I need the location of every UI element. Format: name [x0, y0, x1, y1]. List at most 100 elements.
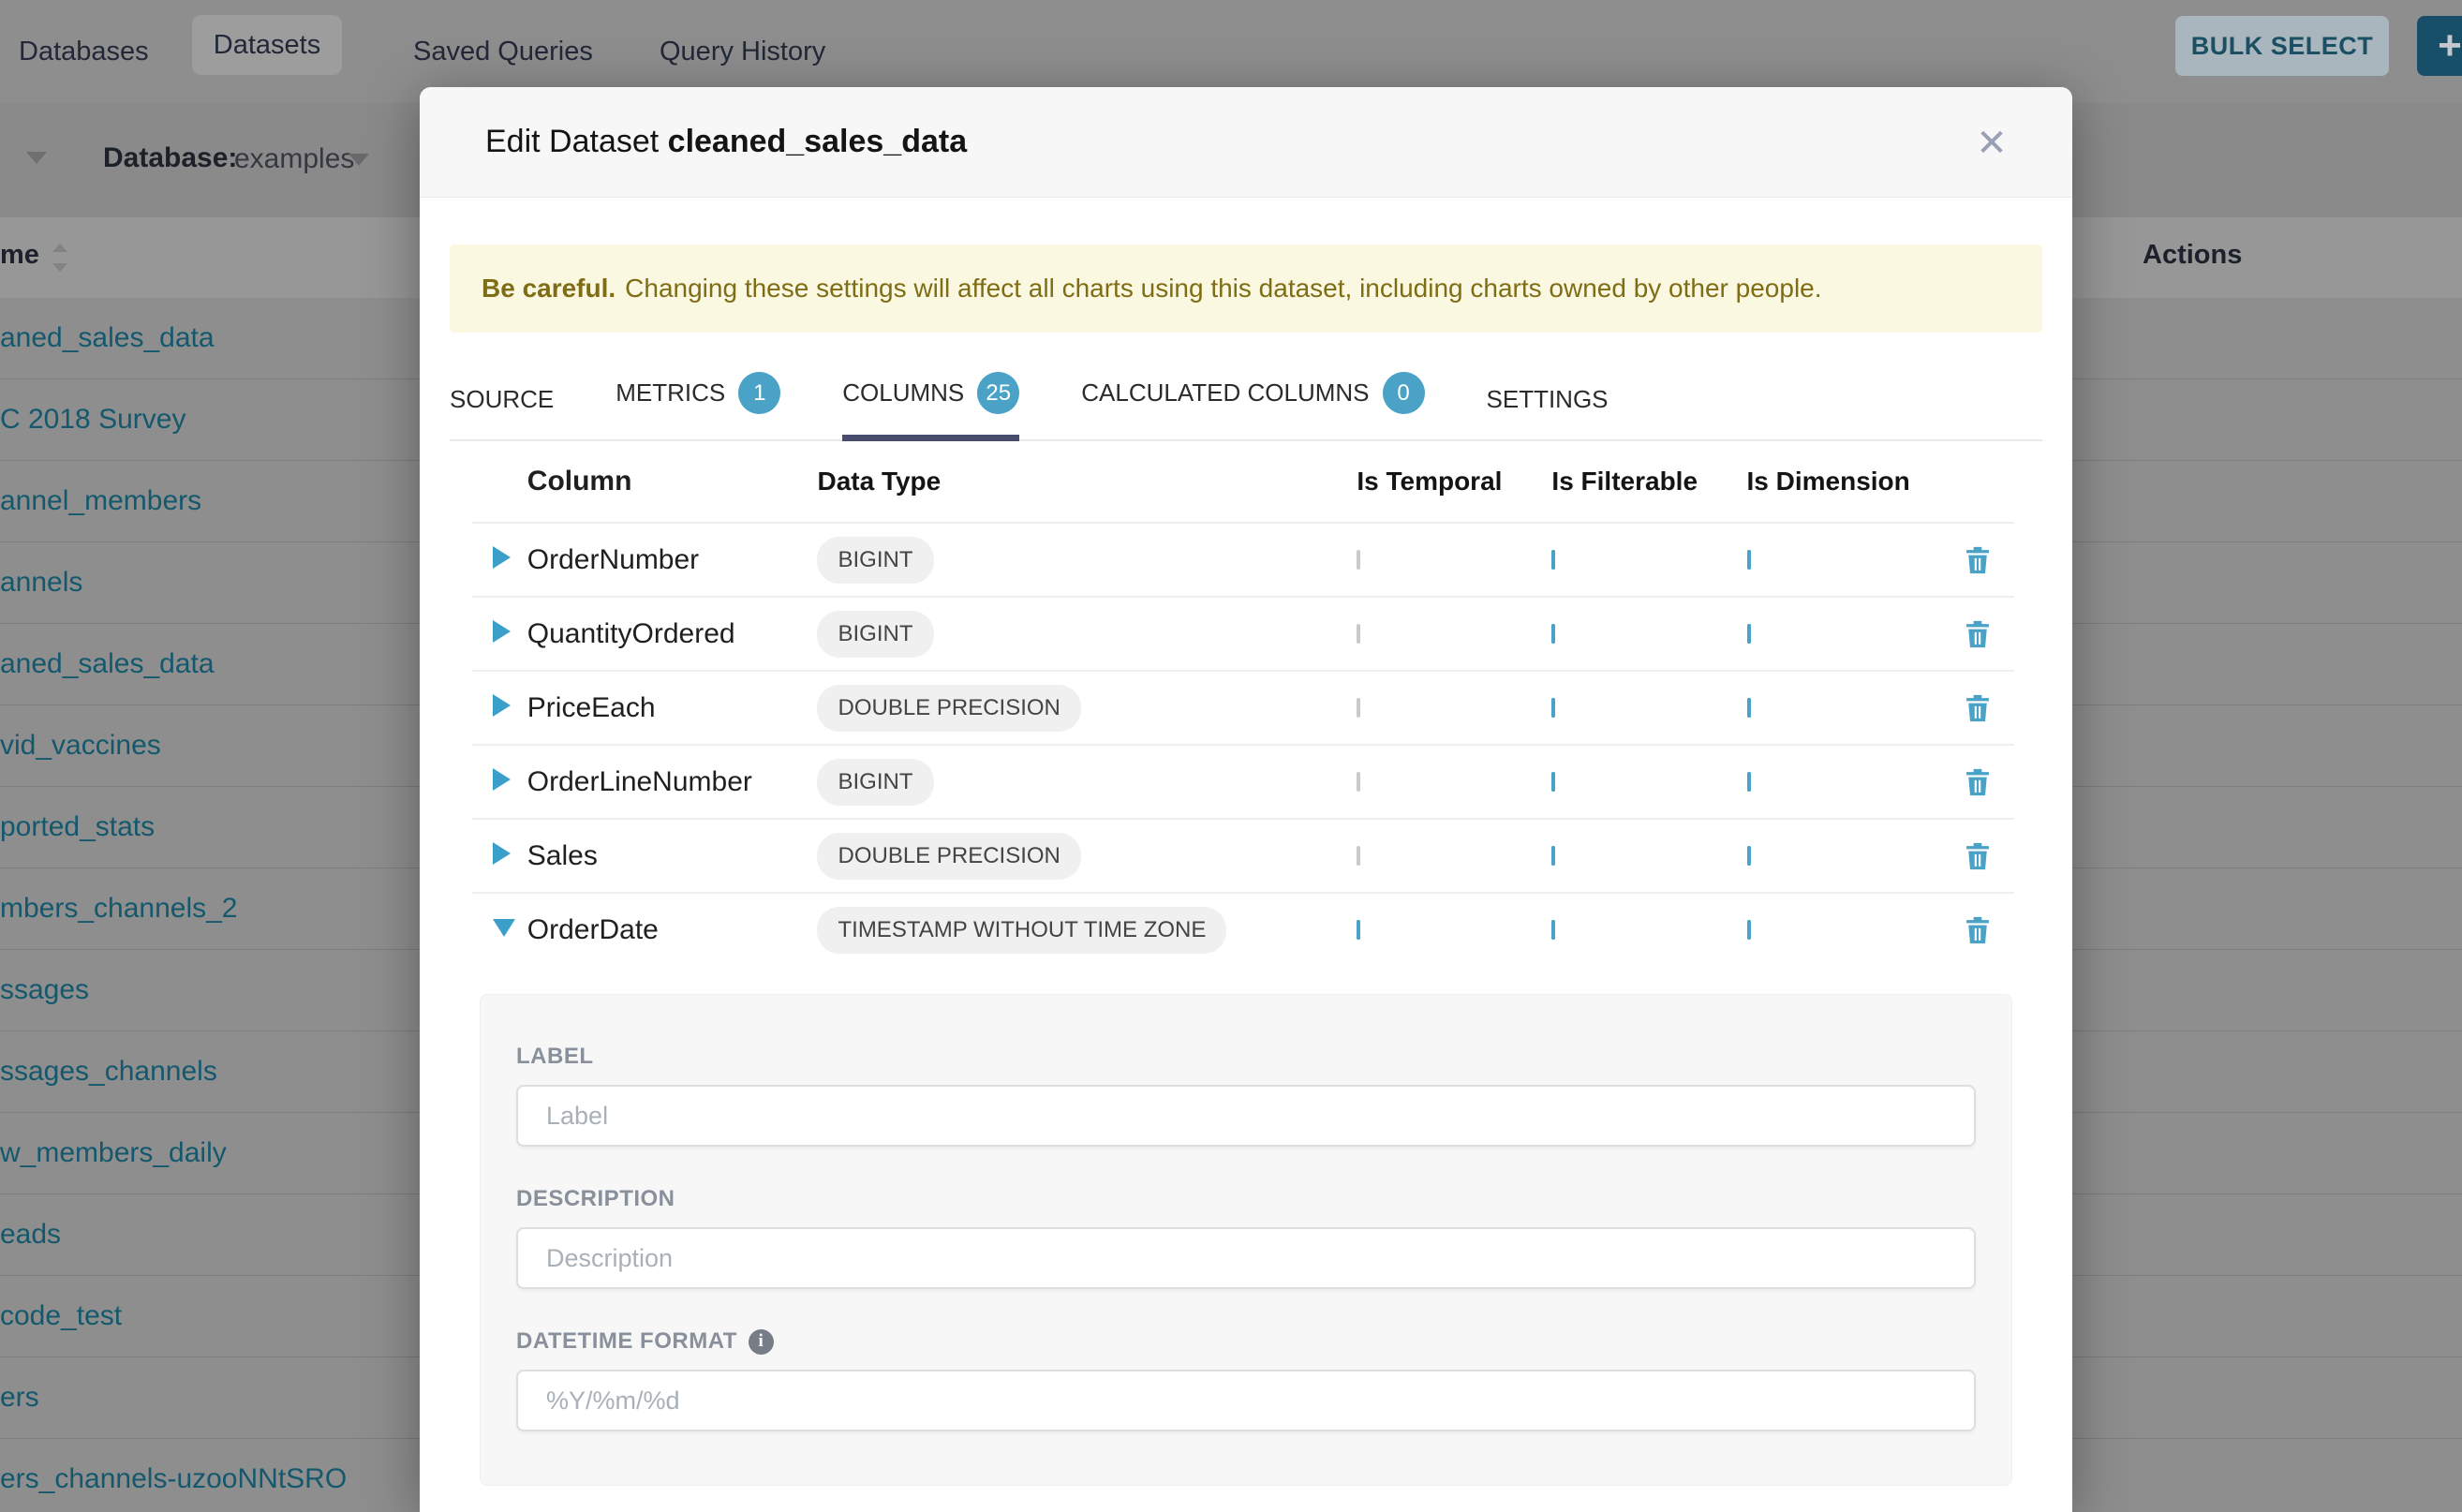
- data-type-pill: DOUBLE PRECISION: [817, 833, 1080, 880]
- is-temporal-checkbox[interactable]: [1357, 920, 1360, 940]
- dataset-link[interactable]: aned_sales_data: [0, 322, 215, 354]
- is-dimension-checkbox[interactable]: [1747, 698, 1751, 718]
- table-row: OrderNumber BIGINT: [472, 522, 2014, 596]
- is-dimension-checkbox[interactable]: [1747, 550, 1751, 570]
- delete-icon[interactable]: [1965, 767, 1990, 797]
- tab-settings[interactable]: SETTINGS: [1487, 385, 1609, 441]
- dataset-link[interactable]: ported_stats: [0, 811, 155, 843]
- collapse-caret-icon[interactable]: [493, 919, 515, 937]
- is-filterable-checkbox[interactable]: [1551, 624, 1555, 644]
- dataset-link[interactable]: C 2018 Survey: [0, 404, 185, 436]
- dataset-link[interactable]: mbers_channels_2: [0, 893, 238, 925]
- is-dimension-checkbox[interactable]: [1747, 772, 1751, 792]
- is-temporal-checkbox[interactable]: [1357, 624, 1360, 644]
- add-dataset-button[interactable]: +: [2417, 16, 2462, 76]
- dataset-link[interactable]: code_test: [0, 1300, 122, 1332]
- info-icon[interactable]: i: [749, 1329, 774, 1355]
- table-row: OrderLineNumber BIGINT: [472, 744, 2014, 818]
- dataset-link[interactable]: w_members_daily: [0, 1137, 227, 1169]
- is-temporal-checkbox[interactable]: [1357, 698, 1360, 718]
- dataset-link[interactable]: ers: [0, 1382, 39, 1414]
- data-type-pill: BIGINT: [817, 611, 933, 658]
- warning-text: Changing these settings will affect all …: [625, 274, 1821, 304]
- label-input[interactable]: [516, 1085, 1976, 1147]
- calculated-columns-count-badge: 0: [1383, 372, 1425, 414]
- expand-caret-icon[interactable]: [493, 546, 511, 569]
- column-name: OrderNumber: [527, 544, 818, 576]
- nav-tab-datasets[interactable]: Datasets: [192, 15, 342, 75]
- edit-dataset-modal: Edit Dataset cleaned_sales_data ✕ Be car…: [420, 87, 2072, 1512]
- tab-label: COLUMNS: [842, 378, 964, 408]
- modal-header: Edit Dataset cleaned_sales_data ✕: [420, 87, 2072, 198]
- is-filterable-header: Is Filterable: [1551, 467, 1746, 497]
- columns-count-badge: 25: [977, 372, 1019, 414]
- nav-tab-databases[interactable]: Databases: [19, 0, 149, 103]
- is-dimension-checkbox[interactable]: [1747, 846, 1751, 866]
- dataset-link[interactable]: annels: [0, 567, 82, 599]
- dataset-link[interactable]: eads: [0, 1219, 61, 1251]
- table-row: PriceEach DOUBLE PRECISION: [472, 670, 2014, 744]
- is-dimension-checkbox[interactable]: [1747, 624, 1751, 644]
- is-dimension-checkbox[interactable]: [1747, 920, 1751, 940]
- tab-label: SOURCE: [450, 385, 554, 414]
- bulk-select-button[interactable]: BULK SELECT: [2175, 16, 2389, 76]
- delete-icon[interactable]: [1965, 841, 1990, 871]
- column-name: Sales: [527, 840, 818, 872]
- dataset-link[interactable]: ssages_channels: [0, 1056, 217, 1088]
- delete-icon[interactable]: [1965, 915, 1990, 945]
- database-filter-label: Database:: [103, 142, 237, 174]
- is-filterable-checkbox[interactable]: [1551, 772, 1555, 792]
- tab-source[interactable]: SOURCE: [450, 385, 554, 441]
- tab-calculated-columns[interactable]: CALCULATED COLUMNS 0: [1081, 372, 1424, 441]
- tab-label: METRICS: [616, 378, 725, 408]
- data-type-pill: TIMESTAMP WITHOUT TIME ZONE: [817, 907, 1226, 954]
- dataset-link[interactable]: aned_sales_data: [0, 648, 215, 680]
- sort-icon[interactable]: [52, 242, 67, 274]
- table-row: OrderDate TIMESTAMP WITHOUT TIME ZONE: [472, 892, 2014, 966]
- tab-label: CALCULATED COLUMNS: [1081, 378, 1369, 408]
- is-temporal-checkbox[interactable]: [1357, 550, 1360, 570]
- database-filter-value[interactable]: examples: [234, 143, 354, 175]
- expand-caret-icon[interactable]: [493, 694, 511, 717]
- delete-icon[interactable]: [1965, 619, 1990, 649]
- dataset-link[interactable]: ers_channels-uzooNNtSRO: [0, 1463, 347, 1495]
- tab-label: SETTINGS: [1487, 385, 1609, 414]
- actions-column-header: Actions: [2143, 240, 2242, 271]
- data-type-pill: DOUBLE PRECISION: [817, 685, 1080, 732]
- modal-title-prefix: Edit Dataset: [485, 124, 659, 159]
- description-input[interactable]: [516, 1227, 1976, 1289]
- columns-table: Column Data Type Is Temporal Is Filterab…: [472, 441, 2014, 966]
- close-icon[interactable]: ✕: [1969, 121, 2014, 166]
- tab-metrics[interactable]: METRICS 1: [616, 372, 780, 441]
- modal-title: Edit Dataset cleaned_sales_data: [485, 124, 967, 160]
- is-temporal-checkbox[interactable]: [1357, 846, 1360, 866]
- dataset-link[interactable]: ssages: [0, 974, 89, 1006]
- column-name: OrderLineNumber: [527, 766, 818, 798]
- is-dimension-header: Is Dimension: [1747, 467, 1942, 497]
- dataset-link[interactable]: vid_vaccines: [0, 730, 161, 762]
- column-detail-panel: LABEL DESCRIPTION DATETIME FORMAT i: [480, 994, 2012, 1486]
- table-row: Sales DOUBLE PRECISION: [472, 818, 2014, 892]
- is-filterable-checkbox[interactable]: [1551, 920, 1555, 940]
- dataset-link[interactable]: annel_members: [0, 485, 201, 517]
- column-name: OrderDate: [527, 914, 818, 946]
- chevron-down-icon[interactable]: [349, 154, 369, 166]
- modal-body: Be careful. Changing these settings will…: [420, 198, 2072, 1486]
- delete-icon[interactable]: [1965, 693, 1990, 723]
- is-filterable-checkbox[interactable]: [1551, 846, 1555, 866]
- name-column-header[interactable]: me: [0, 240, 39, 271]
- datetime-format-field-label: DATETIME FORMAT i: [516, 1328, 1976, 1355]
- expand-caret-icon[interactable]: [493, 620, 511, 643]
- is-temporal-checkbox[interactable]: [1357, 772, 1360, 792]
- tab-columns[interactable]: COLUMNS 25: [842, 372, 1019, 441]
- is-filterable-checkbox[interactable]: [1551, 550, 1555, 570]
- expand-caret-icon[interactable]: [493, 842, 511, 865]
- column-name: QuantityOrdered: [527, 618, 818, 650]
- metrics-count-badge: 1: [738, 372, 780, 414]
- modal-tabs: SOURCE METRICS 1 COLUMNS 25 CALCULATED C…: [450, 372, 2042, 441]
- is-filterable-checkbox[interactable]: [1551, 698, 1555, 718]
- chevron-down-icon[interactable]: [26, 152, 47, 164]
- delete-icon[interactable]: [1965, 545, 1990, 575]
- expand-caret-icon[interactable]: [493, 768, 511, 791]
- datetime-format-input[interactable]: [516, 1370, 1976, 1431]
